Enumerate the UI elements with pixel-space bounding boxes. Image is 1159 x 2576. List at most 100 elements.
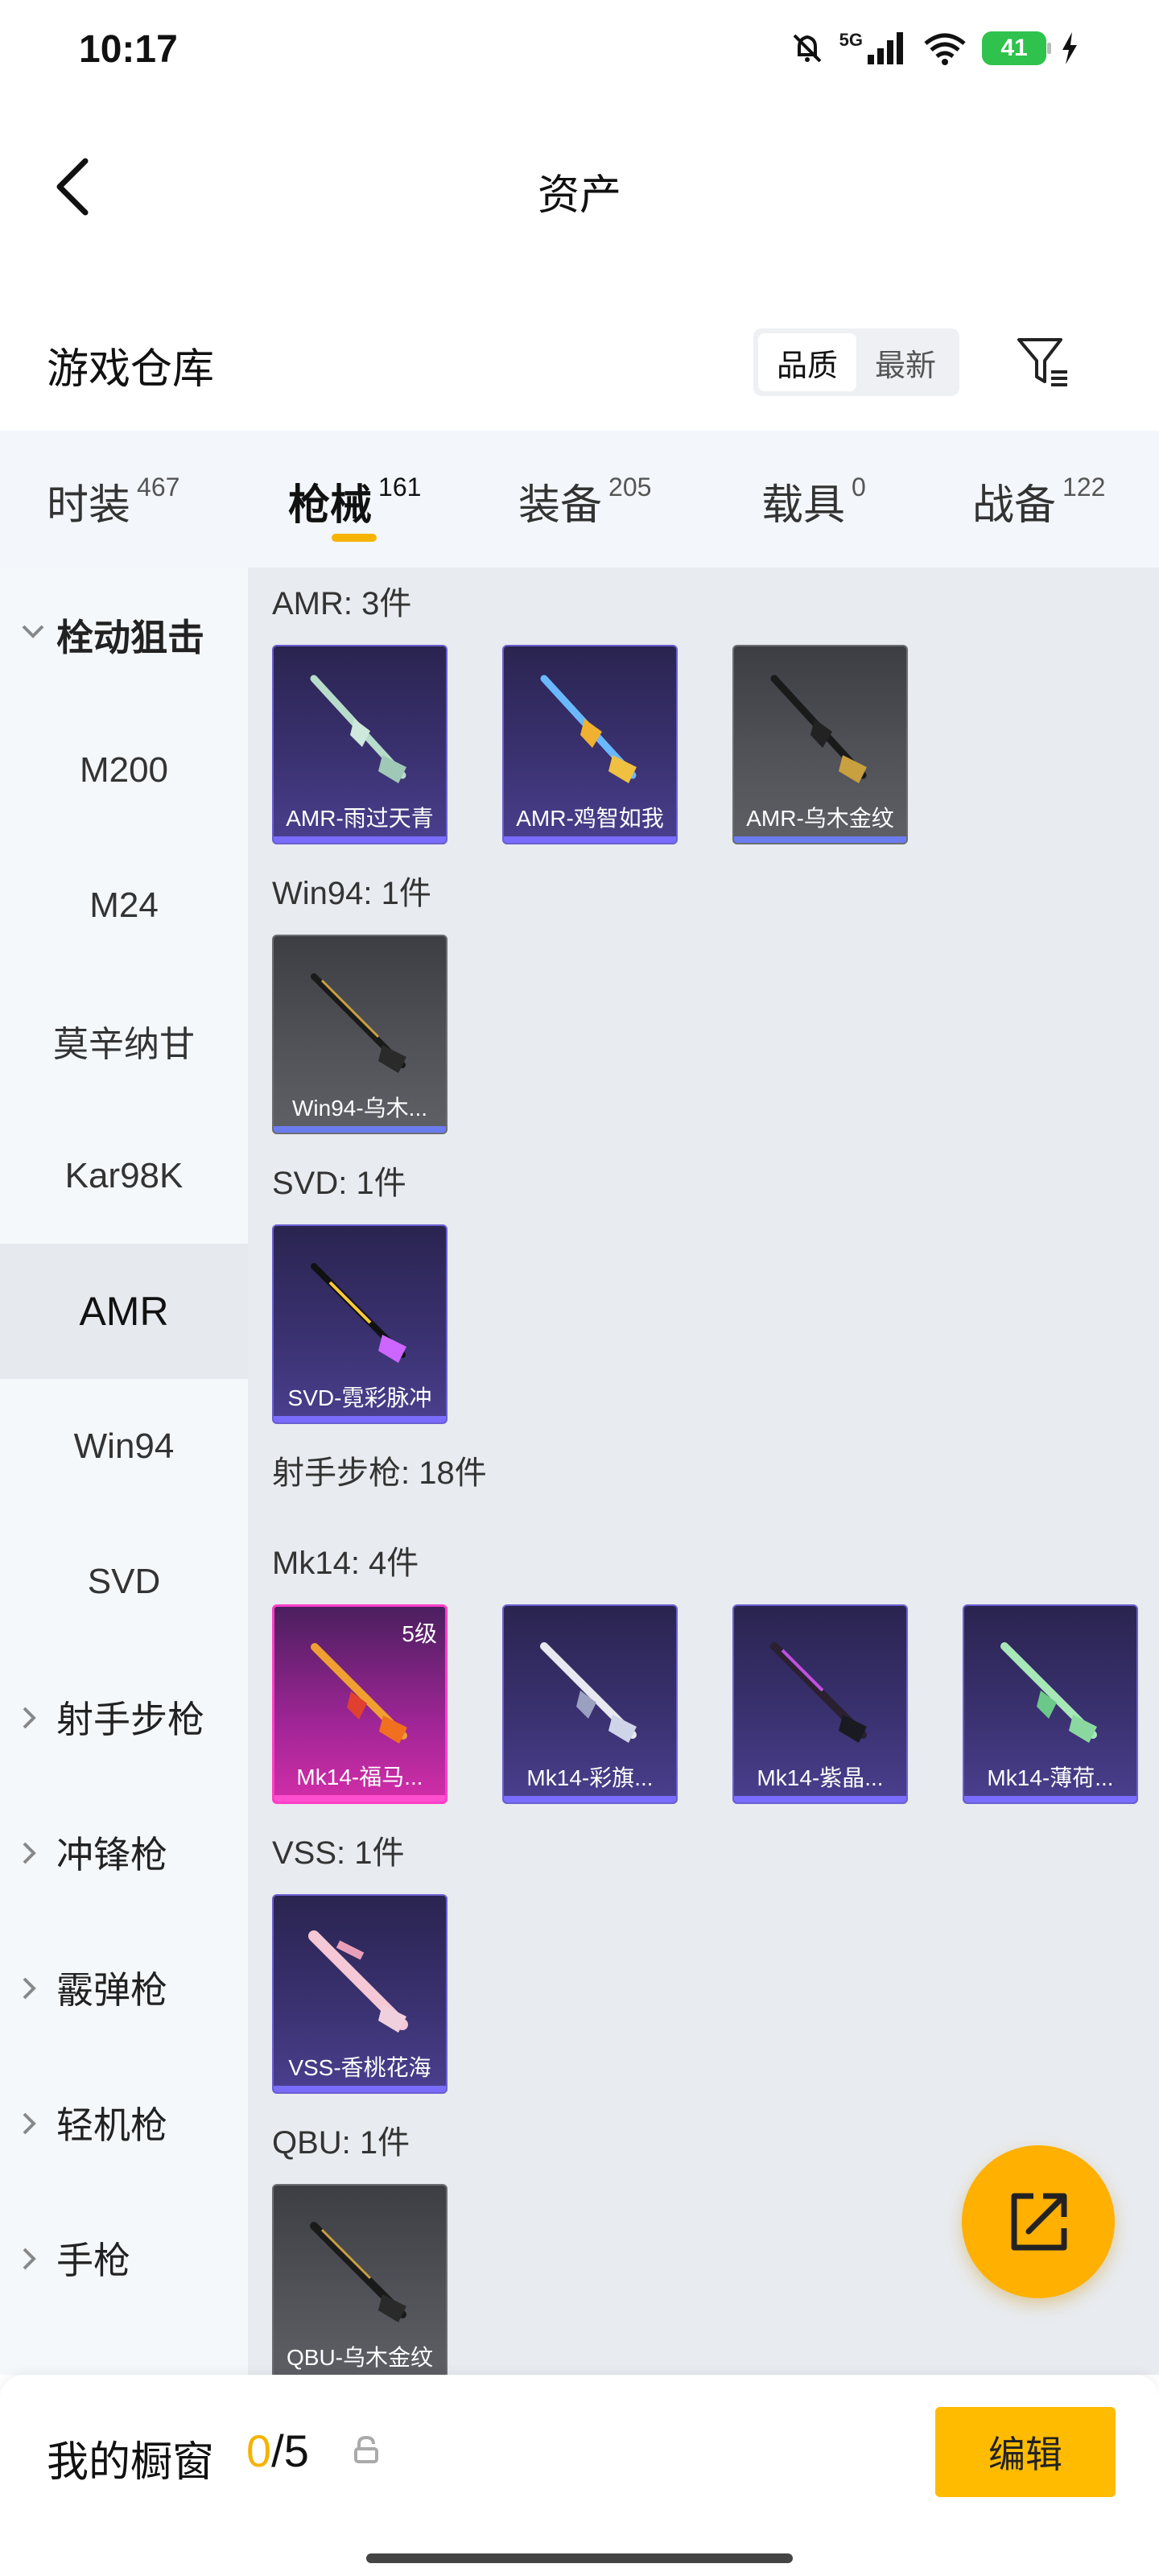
tab-fashion[interactable]: 时装 467	[47, 471, 179, 531]
warehouse-title: 游戏仓库	[47, 346, 215, 393]
section-title: AMR: 3件	[272, 586, 412, 621]
item-grid: AMR: 3件 AMR-雨过天青 AMR-鸡智如我 AMR-乌木金纹 Win94…	[248, 568, 1159, 2375]
rarity-bar	[274, 1126, 446, 1133]
item-card[interactable]: Mk14-彩旗...	[502, 1604, 678, 1804]
item-name: SVD-霓彩脉冲	[287, 1385, 432, 1410]
sidebar-item-win94[interactable]: Win94	[0, 1379, 248, 1514]
sidebar-item-kar98k[interactable]: Kar98K	[0, 1108, 248, 1244]
rifle-icon	[770, 1642, 867, 1743]
showcase-count: 0/5	[246, 2425, 309, 2477]
sidebar-item-amr[interactable]: AMR	[0, 1244, 248, 1379]
chevron-down-icon	[22, 625, 44, 638]
home-indicator	[366, 2553, 793, 2563]
sidebar-group-label: 轻机枪	[56, 2104, 167, 2146]
status-bar: 10:17 5G 41	[0, 0, 1159, 105]
item-card[interactable]: QBU-乌木金纹	[272, 2184, 448, 2375]
sidebar-item-svd[interactable]: SVD	[0, 1514, 248, 1649]
rifle-icon	[1000, 1642, 1097, 1743]
mute-icon	[793, 34, 822, 63]
item-name: AMR-鸡智如我	[516, 806, 664, 831]
item-name: AMR-乌木金纹	[746, 806, 894, 831]
item-card[interactable]: AMR-鸡智如我	[502, 645, 678, 844]
item-card[interactable]: SVD-霓彩脉冲	[272, 1224, 448, 1424]
item-card[interactable]: 5级 Mk14-福马...	[272, 1604, 448, 1804]
showcase-separator: /	[271, 2425, 284, 2476]
rifle-icon	[310, 2222, 406, 2322]
rarity-bar	[274, 1795, 445, 1802]
sidebar-group-bolt-action[interactable]: 栓动狙击	[0, 568, 248, 703]
item-name: Win94-乌木...	[291, 1096, 428, 1121]
sidebar-item-m200[interactable]: M200	[0, 703, 248, 838]
rifle-icon	[311, 973, 406, 1073]
filter-button[interactable]	[1011, 330, 1075, 394]
showcase-label: 我的橱窗	[47, 2439, 215, 2486]
sidebar: 栓动狙击 M200 M24 莫辛纳甘 Kar98K AMR Win94 SVD …	[0, 568, 248, 2375]
item-card[interactable]: AMR-雨过天青	[272, 645, 448, 844]
rarity-bar	[274, 836, 446, 843]
section-title: VSS: 1件	[272, 1835, 405, 1871]
battery-indicator: 41	[982, 31, 1051, 65]
item-card[interactable]: Mk14-紫晶...	[732, 1604, 908, 1804]
tab-count: 205	[608, 473, 652, 502]
tab-count: 467	[137, 473, 180, 502]
tab-label: 装备	[518, 482, 603, 529]
item-card[interactable]: Win94-乌木...	[272, 935, 448, 1134]
showcase-bar: 我的橱窗 0/5 编辑	[0, 2375, 1159, 2576]
sidebar-group-label: 霰弹枪	[56, 1969, 167, 2011]
tab-count: 122	[1062, 473, 1106, 502]
sidebar-group-smg[interactable]: 冲锋枪	[0, 1785, 248, 1920]
item-card[interactable]: AMR-乌木金纹	[732, 645, 908, 844]
rarity-bar	[734, 1796, 906, 1802]
item-card[interactable]: VSS-香桃花海	[272, 1894, 448, 2094]
sidebar-group-label: 射手步枪	[56, 1699, 204, 1740]
sidebar-item-mosin[interactable]: 莫辛纳甘	[0, 973, 248, 1108]
sort-option-newest[interactable]: 最新	[856, 333, 955, 391]
section-title: Win94: 1件	[272, 876, 431, 911]
item-name: AMR-雨过天青	[286, 806, 434, 831]
tab-equipment[interactable]: 装备 205	[518, 471, 651, 531]
category-tabs: 时装 467 枪械 161 装备 205 载具 0 战备 122	[0, 431, 1159, 568]
section-title: SVD: 1件	[272, 1166, 406, 1201]
item-name: QBU-乌木金纹	[286, 2345, 433, 2370]
tab-firearms[interactable]: 枪械 161	[288, 471, 421, 531]
rifle-icon	[311, 1643, 407, 1744]
active-tab-indicator	[332, 534, 377, 542]
charging-icon	[1062, 32, 1077, 64]
item-name: Mk14-紫晶...	[757, 1765, 884, 1790]
section-title: Mk14: 4件	[272, 1546, 419, 1581]
category-summary: 射手步枪: 18件	[272, 1455, 487, 1491]
tab-label: 时装	[47, 482, 131, 529]
rarity-bar	[504, 836, 676, 843]
sidebar-group-label: 栓动狙击	[56, 617, 204, 658]
item-name: Mk14-薄荷...	[987, 1765, 1114, 1790]
rarity-bar	[734, 836, 906, 843]
chevron-right-icon	[23, 1707, 36, 1729]
item-card[interactable]: Mk14-薄荷...	[963, 1604, 1138, 1804]
filter-icon	[1017, 338, 1067, 386]
rifle-icon	[770, 675, 867, 783]
rifle-icon	[311, 1263, 406, 1363]
tab-supplies[interactable]: 战备 122	[972, 471, 1105, 531]
share-button[interactable]	[962, 2145, 1115, 2298]
signal-icon	[868, 32, 903, 64]
sidebar-group-label: 手枪	[56, 2240, 130, 2281]
rarity-bar	[274, 2086, 446, 2092]
sort-option-quality[interactable]: 品质	[758, 333, 856, 391]
showcase-current: 0	[246, 2425, 272, 2476]
sort-toggle: 品质 最新	[753, 328, 959, 396]
lock-icon	[354, 2436, 378, 2463]
rifle-icon	[540, 675, 637, 783]
chevron-right-icon	[23, 1977, 36, 2000]
network-label: 5G	[839, 30, 863, 50]
sidebar-group-shotgun[interactable]: 霰弹枪	[0, 1920, 248, 2055]
tab-vehicles[interactable]: 载具 0	[761, 471, 866, 531]
sidebar-group-marksman[interactable]: 射手步枪	[0, 1649, 248, 1785]
sidebar-item-m24[interactable]: M24	[0, 838, 248, 973]
sidebar-group-pistol[interactable]: 手枪	[0, 2190, 248, 2326]
item-name: Mk14-彩旗...	[526, 1765, 654, 1790]
tab-label: 战备	[972, 482, 1057, 529]
edit-button[interactable]: 编辑	[935, 2407, 1116, 2497]
sidebar-group-lmg[interactable]: 轻机枪	[0, 2055, 248, 2190]
page-title: 资产	[537, 172, 621, 219]
header: 资产	[0, 137, 1159, 242]
